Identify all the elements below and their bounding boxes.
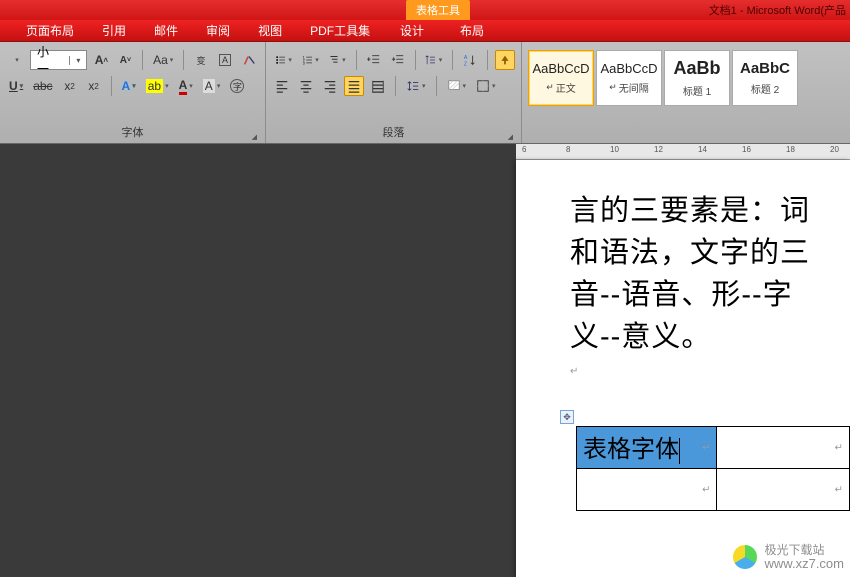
enclose-characters-button[interactable]: 字 [227,76,247,96]
numbering-button[interactable]: 123 [299,50,322,70]
font-color-button[interactable]: A [176,76,196,96]
character-border-button[interactable]: A [215,50,235,70]
separator [415,50,416,70]
superscript-button[interactable]: x2 [84,76,104,96]
underline-button[interactable]: U [6,76,26,96]
watermark: 极光下载站 www.xz7.com [731,543,844,571]
style-sample: AaBbCcD [532,61,589,76]
character-shading-button[interactable]: A [200,76,224,96]
bullets-button[interactable] [272,50,295,70]
svg-text:Z: Z [464,61,468,67]
separator [395,76,396,96]
sort-button[interactable]: AZ [460,50,480,70]
ribbon-tabs: 页面布局 引用 邮件 审阅 视图 PDF工具集 设计 布局 [0,20,850,42]
svg-text:3: 3 [303,61,305,65]
table-row: 表格字体 ↵ ↵ [577,427,850,469]
table-cell[interactable]: ↵ [717,469,850,511]
separator [111,76,112,96]
text-effects-button[interactable]: A [119,76,139,96]
table-cell-selected[interactable]: 表格字体 ↵ [577,427,717,469]
separator [183,50,184,70]
shrink-font-button[interactable]: A˅ [115,50,135,70]
strikethrough-button[interactable]: abc [30,76,55,96]
cell-mark-icon: ↵ [835,442,843,453]
tab-table-layout[interactable]: 布局 [442,18,502,43]
table-cell[interactable]: ↵ [717,427,850,469]
align-right-button[interactable] [320,76,340,96]
font-group-label: 字体 [6,122,259,143]
tab-mailings[interactable]: 邮件 [140,18,192,43]
style-sample: AaBbC [740,60,790,77]
table-row: ↵ ↵ [577,469,850,511]
align-left-button[interactable] [272,76,292,96]
shading-button[interactable] [444,76,470,96]
change-case-button[interactable]: Aa [150,50,176,70]
align-center-button[interactable] [296,76,316,96]
separator [487,50,488,70]
style-sample: AaBb [673,58,720,79]
tab-view[interactable]: 视图 [244,18,296,43]
clear-formatting-button[interactable] [239,50,259,70]
watermark-logo-icon [731,543,759,571]
style-no-spacing[interactable]: AaBbCcD ↵无间隔 [596,50,662,106]
separator [142,50,143,70]
ribbon-group-styles: AaBbCcD ↵正文 AaBbCcD ↵无间隔 AaBb 标题 1 AaBbC… [522,42,850,143]
font-size-combo[interactable]: 小一 ▾ [30,50,87,70]
paragraph-group-label: 段落 [272,122,515,143]
cell-mark-icon: ↵ [702,442,710,453]
horizontal-ruler[interactable]: 6 8 10 12 14 16 18 20 [516,144,850,160]
paragraph-mark-icon: ↵ [546,82,554,93]
grow-font-button[interactable]: A˄ [91,50,111,70]
cell-mark-icon: ↵ [835,484,843,495]
text-direction-button[interactable] [422,50,445,70]
cell-mark-icon: ↵ [702,484,710,495]
svg-text:A: A [464,55,468,61]
font-size-value: 小一 [31,43,69,77]
table-cell[interactable]: ↵ [577,469,717,511]
separator [436,76,437,96]
paragraph-mark-icon: ↵ [609,82,617,93]
table[interactable]: 表格字体 ↵ ↵ ↵ ↵ [576,426,850,511]
tab-page-layout[interactable]: 页面布局 [12,18,88,43]
tab-references[interactable]: 引用 [88,18,140,43]
style-heading-2[interactable]: AaBbC 标题 2 [732,50,798,106]
borders-button[interactable] [473,76,499,96]
distributed-button[interactable] [368,76,388,96]
show-marks-button[interactable] [495,50,515,70]
decrease-indent-button[interactable] [364,50,384,70]
ribbon-group-font: 小一 ▾ A˄ A˅ Aa 变 A U abc x2 x2 A ab [0,42,266,143]
document-title: 文档1 - Microsoft Word(产品 [709,2,846,18]
paragraph-mark-icon: ↵ [570,366,850,377]
table-container: ✥ 表格字体 ↵ ↵ ↵ ↵ [576,426,850,511]
highlight-button[interactable]: ab [143,76,172,96]
style-heading-1[interactable]: AaBb 标题 1 [664,50,730,106]
table-cell-text: 表格字体 [583,436,679,463]
line-spacing-button[interactable] [403,76,429,96]
table-tools-label: 表格工具 [406,0,470,20]
separator [356,50,357,70]
font-combo-edge[interactable] [6,50,26,70]
tab-pdf-tools[interactable]: PDF工具集 [296,18,384,43]
text-cursor [679,438,680,464]
tab-review[interactable]: 审阅 [192,18,244,43]
ribbon: 小一 ▾ A˄ A˅ Aa 变 A U abc x2 x2 A ab [0,42,850,144]
style-sample: AaBbCcD [600,61,657,76]
watermark-text-cn: 极光下载站 [765,543,844,557]
ribbon-group-paragraph: 123 AZ [266,42,522,143]
document-page[interactable]: 言的三要素是：词 和语法，文字的三 音--语音、形--字 义--意义。 ↵ ✥ … [516,160,850,577]
increase-indent-button[interactable] [388,50,408,70]
font-size-dropdown-icon[interactable]: ▾ [69,56,86,65]
body-paragraph[interactable]: 言的三要素是：词 和语法，文字的三 音--语音、形--字 义--意义。 [570,190,850,358]
watermark-url: www.xz7.com [765,557,844,571]
subscript-button[interactable]: x2 [60,76,80,96]
title-bar: 表格工具 文档1 - Microsoft Word(产品 [0,0,850,20]
multilevel-list-button[interactable] [326,50,349,70]
table-move-handle-icon[interactable]: ✥ [560,410,574,424]
tab-table-design[interactable]: 设计 [382,18,442,43]
phonetic-guide-button[interactable]: 变 [191,50,211,70]
style-normal[interactable]: AaBbCcD ↵正文 [528,50,594,106]
separator [452,50,453,70]
align-justify-button[interactable] [344,76,364,96]
